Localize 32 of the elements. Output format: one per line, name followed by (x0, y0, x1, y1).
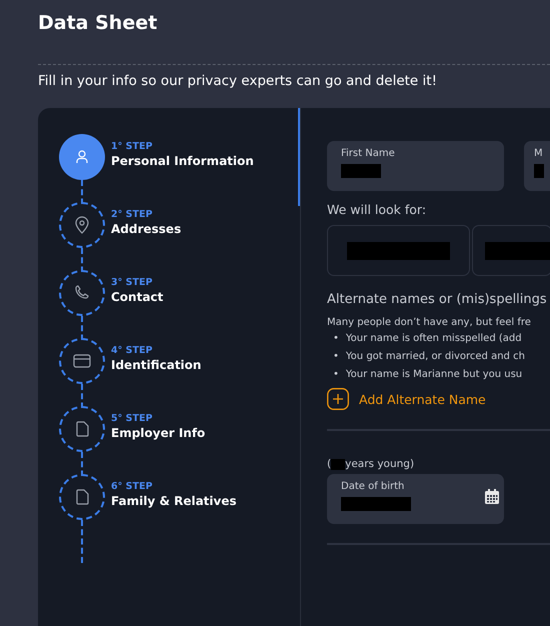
field-label: Date of birth (341, 481, 406, 492)
section-label: We will look for: (327, 202, 428, 217)
step-title[interactable]: Identification (111, 358, 202, 372)
help-text: Many people don’t have any, but feel fre (327, 317, 532, 328)
step-number: 1° STEP (111, 141, 154, 152)
bullet-marker: • (333, 332, 339, 346)
help-bullet: You got married, or divorced and ch (346, 350, 525, 364)
step-number: 6° STEP (111, 481, 154, 492)
page-subtitle: Fill in your info so our privacy experts can go and delete it! (38, 73, 438, 89)
name-field[interactable]: First Name (327, 141, 504, 191)
page-title: Data Sheet (38, 12, 158, 36)
add-alternate-name-button[interactable]: Add Alternate Name (359, 392, 486, 406)
step-title[interactable]: Personal Information (111, 154, 254, 168)
step-number: 2° STEP (111, 209, 154, 220)
help-bullet: Your name is often misspelled (add (346, 332, 522, 346)
step-title[interactable]: Family & Relatives (111, 494, 237, 508)
step-title[interactable]: Employer Info (111, 426, 206, 440)
name-field[interactable]: M (524, 141, 550, 191)
help-bullet: Your name is Marianne but you usu (346, 368, 522, 382)
step-number: 4° STEP (111, 345, 154, 356)
section-heading: Alternate names or (mis)spellings (327, 292, 548, 307)
field-label: First Name (341, 148, 396, 159)
step-title[interactable]: Addresses (111, 222, 182, 236)
age-text: years young) (345, 458, 414, 470)
step-number: 5° STEP (111, 413, 154, 424)
bullet-marker: • (333, 350, 339, 364)
step-number: 3° STEP (111, 277, 154, 288)
date-of-birth-field[interactable]: Date of birth (327, 474, 504, 524)
field-label: M (534, 148, 544, 159)
step-title[interactable]: Contact (111, 290, 164, 304)
age-text: ( (327, 458, 332, 470)
bullet-marker: • (333, 368, 339, 382)
